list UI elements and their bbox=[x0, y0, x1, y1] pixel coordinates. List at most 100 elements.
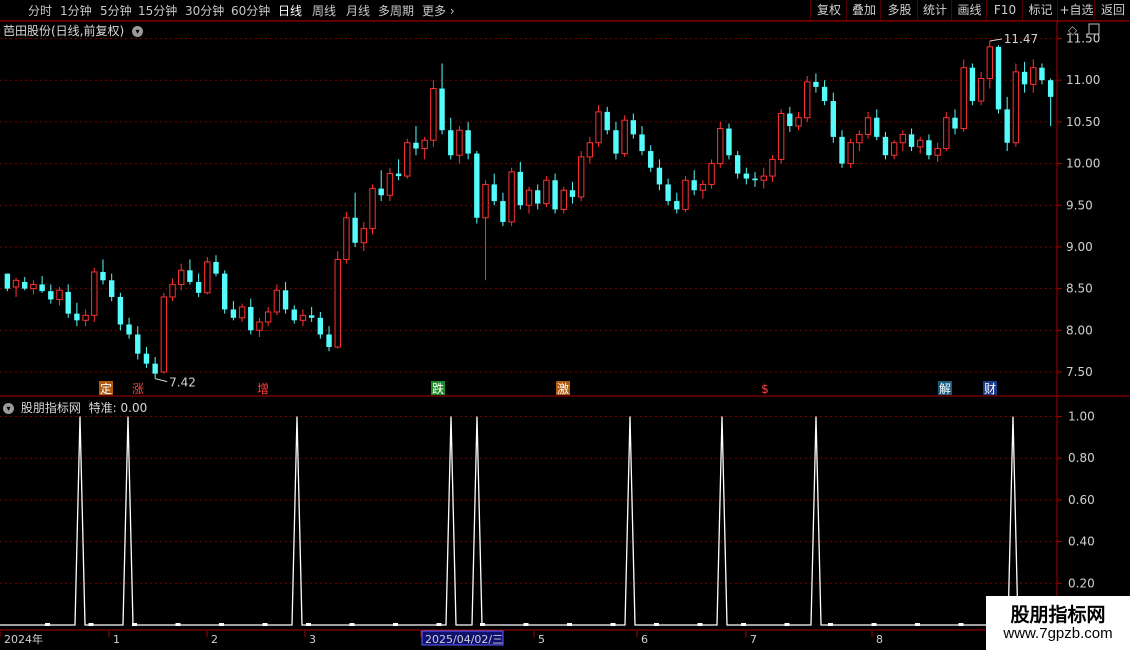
price-tick-label: 9.00 bbox=[1066, 240, 1093, 254]
candle-body bbox=[299, 314, 307, 321]
event-marker-1[interactable]: 涨 bbox=[132, 381, 144, 396]
event-marker-6[interactable]: 解 bbox=[939, 382, 951, 396]
date-label-7: 7 bbox=[750, 633, 757, 646]
candle-body bbox=[960, 67, 967, 130]
candle-body bbox=[91, 271, 98, 316]
candle-body bbox=[74, 313, 80, 321]
low-price-label: 7.42 bbox=[169, 376, 196, 390]
candle-body bbox=[899, 133, 907, 144]
baseline-marker bbox=[871, 623, 877, 626]
event-marker-7[interactable]: 财 bbox=[984, 382, 996, 396]
candle-body bbox=[969, 67, 976, 102]
candle-body bbox=[917, 139, 924, 148]
baseline-marker bbox=[958, 623, 964, 626]
baseline-marker bbox=[741, 623, 746, 626]
candle-body bbox=[734, 155, 741, 174]
event-marker-0[interactable]: 定 bbox=[100, 381, 112, 396]
candle-body bbox=[291, 309, 297, 321]
candle-body bbox=[160, 296, 168, 373]
diamond-icon[interactable]: ◇ bbox=[1068, 23, 1078, 37]
candle-body bbox=[213, 261, 219, 274]
candle-body bbox=[238, 306, 246, 319]
candle-body bbox=[126, 324, 132, 335]
candle-body bbox=[108, 280, 115, 297]
baseline-marker bbox=[436, 623, 442, 626]
baseline-marker bbox=[45, 623, 50, 626]
baseline-marker bbox=[262, 623, 268, 626]
candle-body bbox=[273, 289, 281, 313]
candle-body bbox=[308, 315, 315, 318]
candle-body bbox=[595, 111, 602, 144]
candle-body bbox=[821, 86, 828, 102]
candle-body bbox=[352, 217, 358, 243]
candle-body bbox=[656, 167, 663, 185]
candle-body bbox=[56, 289, 63, 300]
date-label-3: 3 bbox=[309, 633, 316, 646]
candle-body bbox=[1012, 71, 1020, 144]
candle-body bbox=[456, 129, 463, 156]
candle-body bbox=[743, 173, 750, 179]
candle-body bbox=[222, 273, 228, 310]
candle-body bbox=[169, 283, 176, 298]
candle-body bbox=[474, 153, 480, 218]
candle-body bbox=[1021, 71, 1028, 85]
candle-body bbox=[890, 142, 898, 156]
date-label-0: 2024年 bbox=[4, 632, 43, 646]
date-label-1: 1 bbox=[113, 633, 120, 646]
event-marker-5[interactable]: $ bbox=[761, 382, 769, 396]
price-tick-label: 11.00 bbox=[1066, 73, 1100, 87]
candle-body bbox=[187, 270, 193, 282]
price-tick-label: 8.50 bbox=[1066, 282, 1093, 296]
candle-body bbox=[12, 279, 20, 288]
price-tick-label: 9.50 bbox=[1066, 198, 1093, 212]
candle-body bbox=[360, 228, 368, 244]
candle-body bbox=[552, 180, 558, 210]
candle-body bbox=[908, 134, 915, 147]
date-label-5: 5 bbox=[538, 633, 545, 646]
event-marker-2[interactable]: 增 bbox=[257, 382, 269, 396]
candle-body bbox=[378, 188, 384, 196]
candle-body bbox=[726, 128, 732, 156]
candle-body bbox=[864, 117, 872, 135]
candle-body bbox=[100, 271, 106, 281]
event-marker-3[interactable]: 跌 bbox=[432, 381, 444, 396]
indicator-tick-label: 0.60 bbox=[1068, 493, 1095, 507]
candle-body bbox=[1004, 109, 1010, 143]
candle-body bbox=[995, 46, 1002, 110]
baseline-marker bbox=[697, 623, 703, 626]
candle-body bbox=[1039, 67, 1045, 81]
candle-body bbox=[604, 111, 610, 131]
event-marker-4[interactable]: 激 bbox=[557, 382, 569, 396]
baseline-marker bbox=[219, 623, 224, 626]
watermark-title: 股朋指标网 bbox=[1010, 605, 1106, 626]
baseline-marker bbox=[132, 623, 137, 626]
baseline-marker bbox=[480, 623, 485, 626]
price-tick-label: 10.50 bbox=[1066, 115, 1100, 129]
candle-body bbox=[4, 273, 11, 289]
candle-body bbox=[560, 189, 567, 210]
candle-body bbox=[117, 296, 124, 325]
candle-body bbox=[448, 130, 454, 156]
candle-body bbox=[491, 184, 497, 202]
candle-body bbox=[986, 46, 993, 80]
candle-body bbox=[830, 101, 836, 137]
high-price-label: 11.47 bbox=[1004, 32, 1038, 46]
candle-body bbox=[152, 363, 158, 374]
candle-body bbox=[395, 173, 402, 177]
baseline-marker bbox=[784, 623, 790, 626]
candle-body bbox=[508, 171, 515, 223]
baseline-marker bbox=[828, 623, 833, 626]
candle-body bbox=[856, 133, 863, 144]
baseline-marker bbox=[610, 623, 616, 626]
candle-body bbox=[404, 142, 411, 177]
indicator-tick-label: 1.00 bbox=[1068, 410, 1095, 424]
candle-body bbox=[1030, 67, 1037, 85]
date-label-4: 2025/04/02/三 bbox=[425, 633, 503, 646]
candle-body bbox=[874, 117, 880, 137]
candle-body bbox=[639, 134, 645, 152]
candle-body bbox=[369, 188, 376, 230]
candle-body bbox=[717, 128, 724, 165]
stock-chart-canvas[interactable]: 7.508.008.509.009.5010.0010.5011.0011.50… bbox=[0, 0, 1130, 650]
indicator-signal-line bbox=[0, 416, 1057, 626]
candle-body bbox=[482, 183, 489, 219]
